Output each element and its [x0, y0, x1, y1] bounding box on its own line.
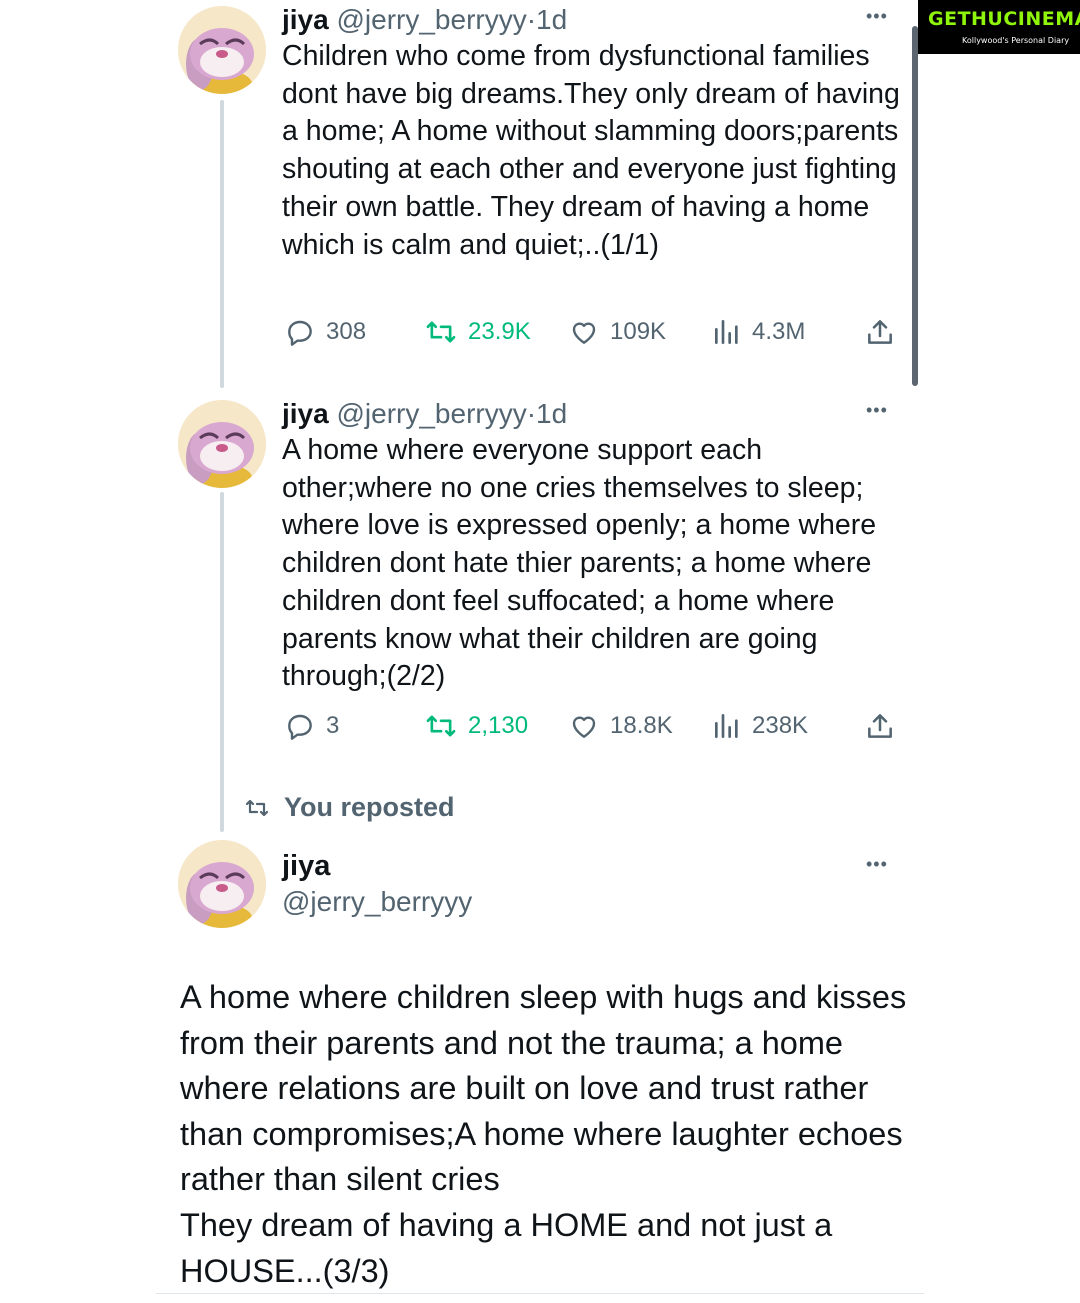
avatar[interactable]	[178, 400, 266, 488]
like-button[interactable]: 18.8K	[568, 710, 673, 742]
repost-icon	[245, 799, 269, 816]
views-icon	[715, 320, 738, 344]
tweet-header: jiya @jerry_berryyy·1d	[282, 4, 567, 36]
views-button[interactable]: 4.3M	[712, 316, 805, 348]
reply-button[interactable]: 3	[284, 710, 339, 742]
separator-dot: ·	[526, 398, 537, 429]
separator-dot: ·	[526, 4, 537, 35]
bunny-avatar-icon	[178, 840, 266, 928]
author-handle[interactable]: @jerry_berryyy	[336, 4, 526, 35]
reply-count: 3	[326, 712, 340, 739]
repost-icon	[426, 321, 456, 343]
main-author-name[interactable]: jiya	[282, 850, 330, 883]
scrollbar[interactable]	[912, 26, 918, 386]
more-icon[interactable]: •••	[866, 400, 888, 421]
reply-count: 308	[326, 318, 367, 345]
more-icon[interactable]: •••	[866, 854, 888, 875]
repost-button[interactable]: 23.9K	[424, 316, 531, 348]
like-icon	[572, 322, 596, 344]
like-count: 18.8K	[610, 712, 673, 739]
main-author-handle[interactable]: @jerry_berryyy	[282, 886, 472, 918]
watermark-logo: GETHUCINEMA Kollywood's Personal Diary	[918, 0, 1080, 54]
share-icon	[868, 320, 892, 344]
watermark-brand: GETHUCINEMA	[928, 8, 1080, 30]
share-icon	[868, 714, 892, 738]
reply-button[interactable]: 308	[284, 316, 366, 348]
reply-icon	[288, 714, 312, 740]
repost-count: 23.9K	[468, 318, 531, 345]
tweet-header: jiya @jerry_berryyy·1d	[282, 398, 567, 430]
share-button[interactable]	[864, 710, 896, 742]
share-button[interactable]	[864, 316, 896, 348]
author-handle[interactable]: @jerry_berryyy	[336, 398, 526, 429]
repost-indicator: You reposted	[244, 792, 455, 823]
like-icon	[572, 716, 596, 738]
thread-line-1	[220, 100, 224, 388]
divider	[156, 1293, 924, 1294]
like-count: 109K	[610, 318, 667, 345]
tweet-text: Children who come from dysfunctional fam…	[282, 40, 900, 261]
repost-button[interactable]: 2,130	[424, 710, 528, 742]
views-count: 4.3M	[752, 318, 806, 345]
author-name[interactable]: jiya	[282, 4, 329, 35]
tweet-time[interactable]: 1d	[536, 398, 567, 429]
author-name[interactable]: jiya	[282, 398, 329, 429]
repost-label: You reposted	[284, 792, 455, 822]
avatar[interactable]	[178, 840, 266, 928]
main-tweet-text: A home where children sleep with hugs an…	[180, 979, 907, 1289]
views-button[interactable]: 238K	[712, 710, 808, 742]
watermark-tagline: Kollywood's Personal Diary	[962, 36, 1070, 45]
tweet-time[interactable]: 1d	[536, 4, 567, 35]
like-button[interactable]: 109K	[568, 316, 666, 348]
bunny-avatar-icon	[178, 400, 266, 488]
repost-count: 2,130	[468, 712, 529, 739]
views-icon	[715, 714, 738, 738]
thread-line-2	[220, 492, 224, 832]
more-icon[interactable]: •••	[866, 6, 888, 27]
tweet-text: A home where everyone support each other…	[282, 434, 877, 693]
avatar[interactable]	[178, 6, 266, 94]
bunny-avatar-icon	[178, 6, 266, 94]
reply-icon	[288, 320, 312, 346]
repost-icon	[426, 715, 456, 737]
views-count: 238K	[752, 712, 809, 739]
